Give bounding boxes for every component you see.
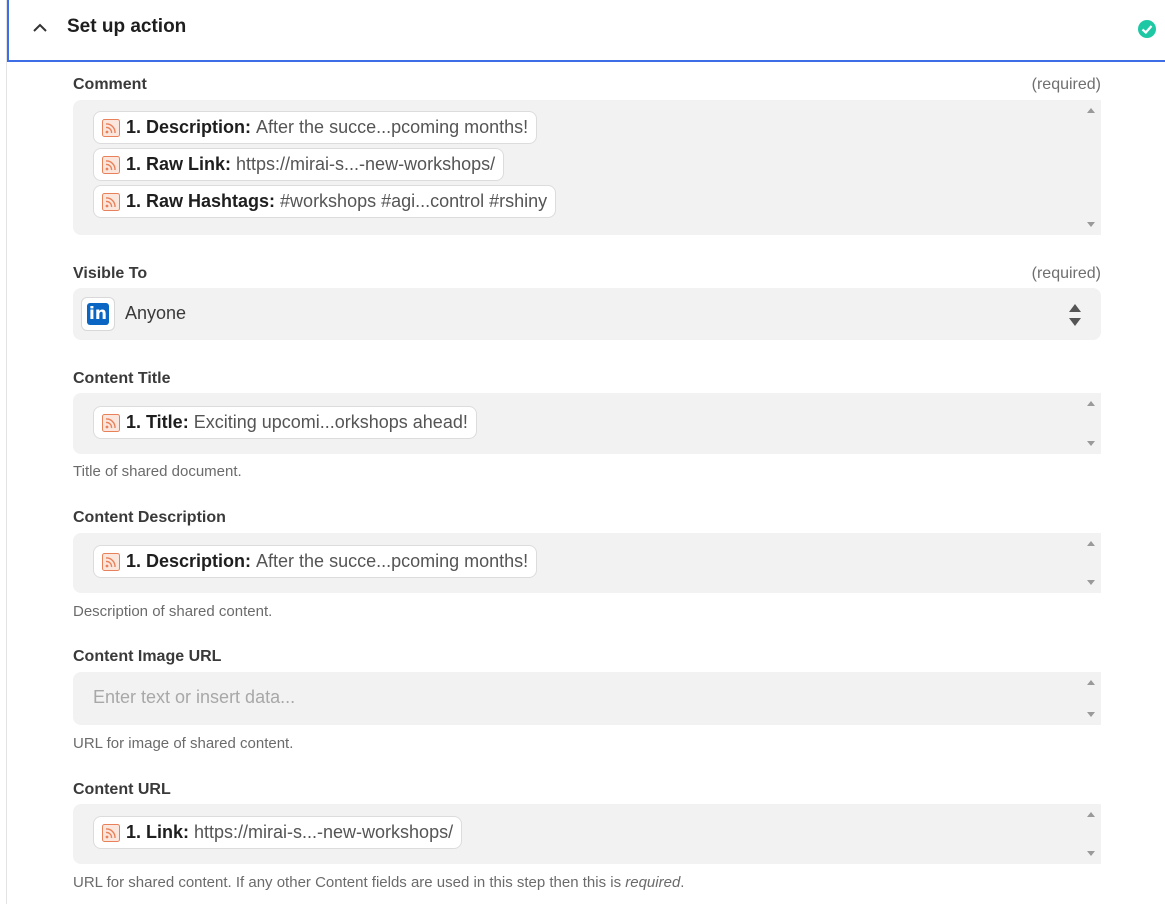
- comment-label: Comment: [73, 76, 147, 93]
- content-url-help: URL for shared content. If any other Con…: [73, 874, 684, 891]
- comment-required: (required): [1031, 76, 1101, 93]
- data-pill[interactable]: 1. Raw Hashtags: #workshops #agi...contr…: [93, 185, 557, 218]
- content-description-help: Description of shared content.: [73, 603, 273, 620]
- content-image-url-placeholder: Enter text or insert data...: [93, 687, 296, 707]
- select-arrows-icon[interactable]: [1069, 304, 1081, 326]
- scroll-down-arrow[interactable]: [1087, 580, 1095, 585]
- pill-value: #workshops #agi...control #rshiny: [280, 191, 548, 211]
- visible-to-select[interactable]: in Anyone: [73, 288, 1101, 340]
- visible-to-required: (required): [1031, 265, 1101, 282]
- content-url-field[interactable]: 1. Link: https://mirai-s...-new-workshop…: [73, 804, 1101, 864]
- scrollbar[interactable]: [1085, 672, 1095, 725]
- help-suffix: .: [680, 874, 685, 891]
- content-title-help: Title of shared document.: [73, 463, 242, 480]
- content-description-label: Content Description: [73, 509, 226, 526]
- scroll-down-arrow[interactable]: [1087, 851, 1095, 856]
- pill-key: 1. Description:: [126, 117, 252, 137]
- content-title-field[interactable]: 1. Title: Exciting upcomi...orkshops ahe…: [73, 393, 1101, 454]
- rss-icon: [102, 413, 120, 432]
- linkedin-logo-text: in: [87, 303, 109, 325]
- visible-to-label: Visible To: [73, 265, 148, 282]
- scroll-down-arrow[interactable]: [1087, 712, 1095, 717]
- content-image-url-field[interactable]: Enter text or insert data...: [73, 672, 1101, 725]
- pill-key: 1. Title:: [126, 412, 189, 432]
- scrollbar[interactable]: [1085, 100, 1095, 235]
- visible-to-value: Anyone: [125, 303, 187, 323]
- chevron-up-icon[interactable]: [31, 19, 49, 37]
- data-pill[interactable]: 1. Link: https://mirai-s...-new-workshop…: [93, 816, 463, 849]
- pill-value: Exciting upcomi...orkshops ahead!: [193, 412, 468, 432]
- section-header[interactable]: Set up action: [7, 0, 1165, 62]
- scroll-up-arrow[interactable]: [1087, 401, 1095, 406]
- scroll-up-arrow[interactable]: [1087, 680, 1095, 685]
- content-description-field[interactable]: 1. Description: After the succe...pcomin…: [73, 533, 1101, 593]
- pill-value: After the succe...pcoming months!: [256, 117, 529, 137]
- check-circle-icon: [1138, 20, 1156, 38]
- pill-value: https://mirai-s...-new-workshops/: [236, 154, 496, 174]
- scroll-down-arrow[interactable]: [1087, 222, 1095, 227]
- pill-key: 1. Description:: [126, 551, 252, 571]
- rss-icon: [102, 823, 120, 842]
- data-pill[interactable]: 1. Description: After the succe...pcomin…: [93, 111, 538, 144]
- section-title: Set up action: [67, 16, 187, 37]
- scroll-up-arrow[interactable]: [1087, 812, 1095, 817]
- setup-action-panel: Set up action Comment (required) 1. Desc…: [6, 0, 1165, 904]
- rss-icon: [102, 192, 120, 211]
- pill-value: After the succe...pcoming months!: [256, 551, 529, 571]
- rss-icon: [102, 118, 120, 137]
- scroll-up-arrow[interactable]: [1087, 108, 1095, 113]
- scroll-down-arrow[interactable]: [1087, 441, 1095, 446]
- content-image-url-label: Content Image URL: [73, 648, 222, 665]
- data-pill[interactable]: 1. Title: Exciting upcomi...orkshops ahe…: [93, 406, 477, 439]
- rss-icon: [102, 552, 120, 571]
- comment-field[interactable]: 1. Description: After the succe...pcomin…: [73, 100, 1101, 235]
- help-emphasis: required: [625, 874, 681, 891]
- content-url-label: Content URL: [73, 781, 171, 798]
- pill-key: 1. Raw Link:: [126, 154, 232, 174]
- pill-value: https://mirai-s...-new-workshops/: [194, 822, 454, 842]
- linkedin-logo-icon: in: [81, 297, 115, 331]
- data-pill[interactable]: 1. Description: After the succe...pcomin…: [93, 545, 538, 578]
- pill-key: 1. Raw Hashtags:: [126, 191, 276, 211]
- content-image-url-help: URL for image of shared content.: [73, 735, 294, 752]
- data-pill[interactable]: 1. Raw Link: https://mirai-s...-new-work…: [93, 148, 505, 181]
- scrollbar[interactable]: [1085, 393, 1095, 454]
- help-text: URL for shared content. If any other Con…: [73, 874, 626, 891]
- scroll-up-arrow[interactable]: [1087, 541, 1095, 546]
- scrollbar[interactable]: [1085, 533, 1095, 593]
- scrollbar[interactable]: [1085, 804, 1095, 864]
- pill-key: 1. Link:: [126, 822, 190, 842]
- rss-icon: [102, 155, 120, 174]
- content-title-label: Content Title: [73, 370, 171, 387]
